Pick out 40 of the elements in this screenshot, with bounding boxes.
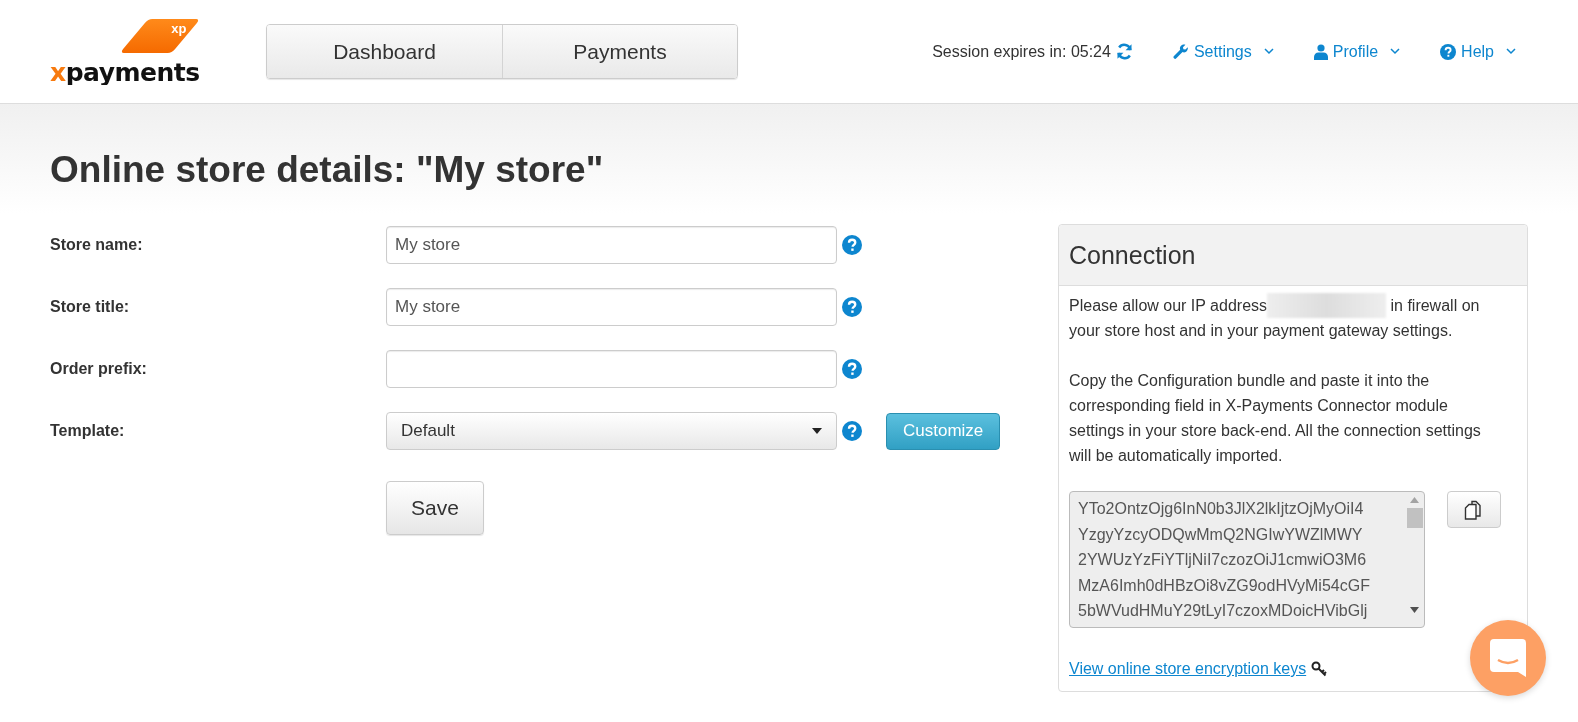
text-field[interactable]: My store bbox=[386, 288, 837, 326]
settings-icon bbox=[1172, 43, 1189, 60]
menu-link[interactable]: Settings bbox=[1172, 42, 1274, 61]
field-label: Store name: bbox=[50, 236, 144, 254]
text-field[interactable]: My store bbox=[386, 226, 837, 264]
key-icon bbox=[1311, 660, 1329, 677]
refresh-icon[interactable] bbox=[1115, 43, 1133, 60]
scroll-thumb[interactable] bbox=[1406, 508, 1423, 528]
field-label: Template: bbox=[50, 422, 126, 440]
person-icon bbox=[1313, 43, 1328, 60]
scroll-up-icon[interactable] bbox=[1410, 497, 1419, 503]
copy-icon bbox=[1464, 499, 1484, 520]
chevron-down-icon bbox=[1506, 48, 1516, 55]
help-icon[interactable] bbox=[842, 421, 862, 441]
instructions: Copy the Configuration bundle and paste it into the corresponding field in X-Payments Connector module settings in your store back-end. All the connection settings will be automatically imported. bbox=[1069, 371, 1482, 466]
page-title: Online store details: "My store" bbox=[50, 148, 605, 192]
field-label: Order prefix: bbox=[50, 360, 148, 378]
caret-icon bbox=[812, 428, 822, 434]
chevron-down-icon bbox=[1263, 48, 1274, 55]
chevron-down-icon bbox=[1390, 48, 1401, 55]
help-icon[interactable] bbox=[842, 235, 862, 255]
save-button[interactable]: Save bbox=[386, 481, 484, 535]
help-icon[interactable] bbox=[842, 297, 862, 317]
menu-link[interactable]: Profile bbox=[1313, 42, 1401, 61]
ip-note: Please allow our IP address in firewall on your store host and in your payment gateway settings. bbox=[1069, 293, 1507, 343]
field-label: Store title: bbox=[50, 298, 131, 316]
menu-link[interactable]: Help bbox=[1440, 42, 1516, 61]
nav-tab[interactable]: Dashboard bbox=[267, 25, 502, 78]
config-bundle-field[interactable]: YTo2OntzOjg6InN0b3JlX2lkIjtzOjMyOiI4 YzgyYzcyODQwMmQ2NGIwYWZlMWY 2YWUzYzFiYTljNiI7czozOiJ1cmwiO3M6 MzA6Imh0dHBzOi8vZG9odHVyMi54cGF 5bWVudHMuY29tLyI7czoxMDoicHVibGlj bbox=[1069, 491, 1425, 628]
panel-title: Connection bbox=[1069, 240, 1196, 270]
help-icon bbox=[1440, 43, 1457, 60]
session-timer: Session expires in: 05:24 bbox=[932, 42, 1111, 61]
help-icon[interactable] bbox=[842, 359, 862, 379]
nav-tab[interactable]: Payments bbox=[502, 25, 737, 78]
encryption-keys-link[interactable]: View online store encryption keys bbox=[1069, 656, 1307, 681]
text-field[interactable] bbox=[386, 350, 837, 388]
scroll-down-icon[interactable] bbox=[1410, 607, 1419, 613]
chat-icon bbox=[1490, 639, 1526, 677]
template-select[interactable]: Default bbox=[386, 412, 837, 450]
copy-button[interactable] bbox=[1447, 491, 1501, 528]
